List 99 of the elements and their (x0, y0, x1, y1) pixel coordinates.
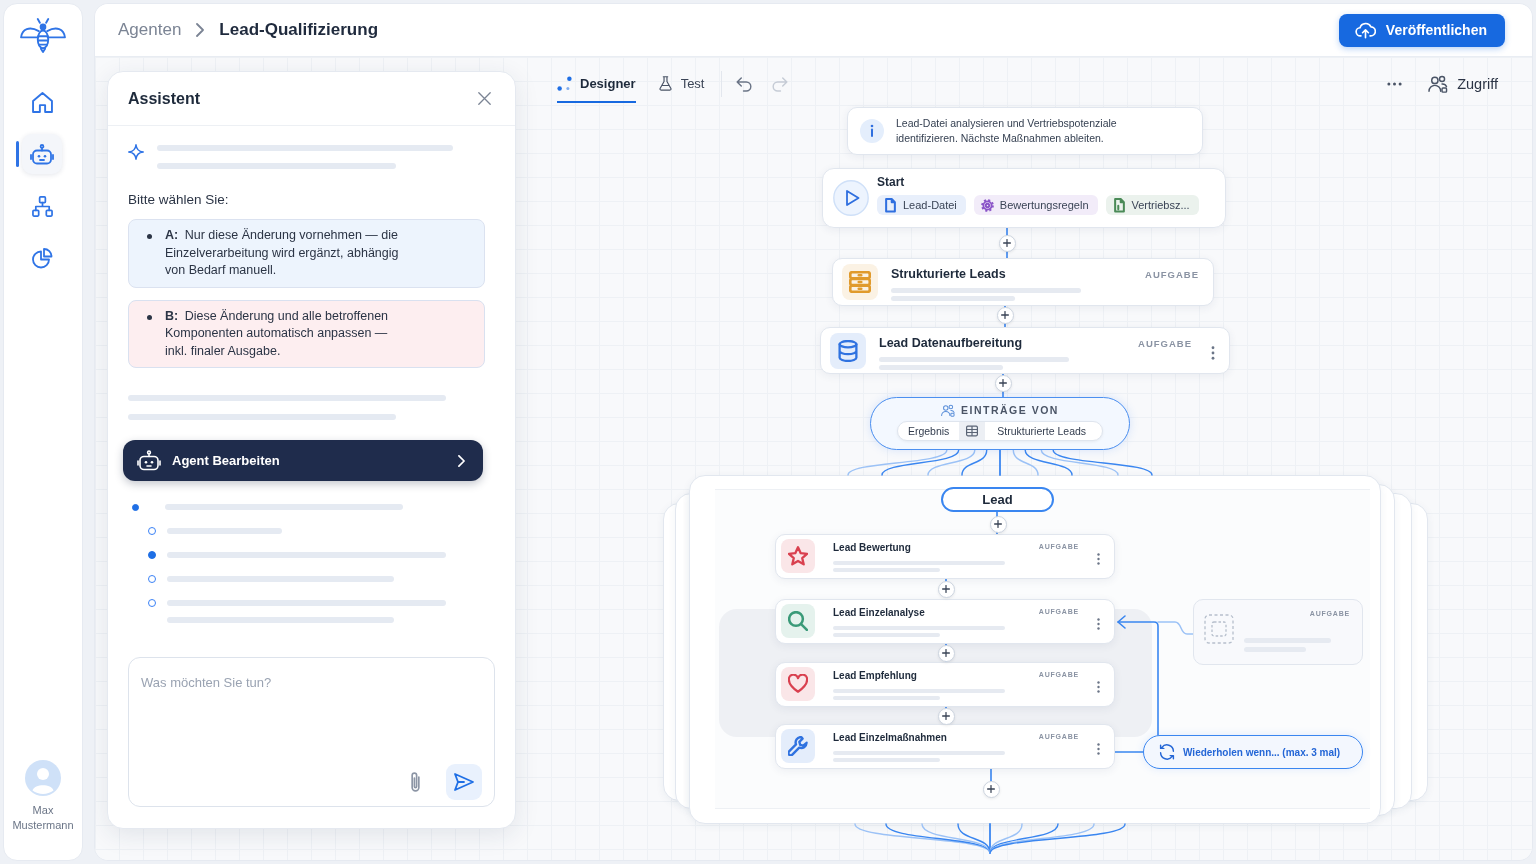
connector-line (990, 768, 992, 782)
plus-icon (987, 785, 995, 793)
dashed-square-icon (1204, 614, 1234, 644)
task-menu-button[interactable] (1211, 346, 1215, 360)
more-vertical-icon (1097, 617, 1100, 630)
input-chip[interactable]: Lead-Datei (877, 195, 966, 215)
plus-icon (1001, 311, 1009, 319)
edit-agent-button[interactable]: Agent Bearbeiten (123, 440, 483, 481)
collector-node[interactable]: EINTRÄGE VON Ergebnis Strukturierte Leads (870, 397, 1130, 450)
redo-icon (772, 76, 789, 92)
paperclip-icon (410, 772, 421, 792)
cloud-upload-icon (1354, 21, 1376, 39)
connector-line (1114, 751, 1144, 753)
nodes-icon (557, 75, 572, 91)
access-button[interactable]: Zugriff (1428, 57, 1498, 103)
bee-logo[interactable] (20, 18, 66, 53)
breadcrumb-link[interactable]: Agenten (118, 20, 182, 40)
server-icon (842, 264, 878, 300)
option-text: A: Nur diese Änderung vornehmen — die Einzelverarbeitung wird ergänzt, abhängig von Bedarf manuell. (165, 227, 400, 279)
hierarchy-icon (31, 195, 53, 217)
more-vertical-icon (1211, 346, 1215, 360)
panel-title: Assistent (128, 89, 201, 108)
plus-icon (1003, 239, 1011, 247)
bullet-icon (147, 234, 152, 239)
flask-icon (657, 75, 673, 91)
active-indicator (16, 141, 19, 167)
robot-icon (137, 450, 161, 471)
view-tab[interactable]: Test (657, 57, 705, 103)
users-icon (1428, 75, 1449, 93)
option-card[interactable]: B: Diese Änderung und alle betroffenen Komponenten automatisch anpassen — inkl. finaler Ausgabe. (128, 299, 485, 368)
close-icon (478, 92, 491, 105)
connector-line (1157, 621, 1194, 635)
prompt-text: Bitte wählen Sie: (128, 191, 230, 209)
source-label: Strukturierte Leads (996, 425, 1088, 437)
task-title: Lead Bewertung (833, 541, 912, 554)
plus-icon (994, 520, 1002, 528)
task-card[interactable]: Lead Datenaufbereitung AUFGABE (820, 327, 1230, 374)
task-title: Lead Empfehlung (833, 669, 918, 682)
send-icon (454, 773, 474, 791)
task-menu-button[interactable] (1097, 552, 1100, 565)
task-menu-button[interactable] (1097, 617, 1100, 630)
view-tab[interactable]: Designer (557, 57, 636, 103)
chevron-right-icon (196, 23, 205, 37)
input-chip[interactable]: Bewertungsregeln (973, 195, 1098, 215)
pie-chart-icon (31, 247, 53, 269)
task-menu-button[interactable] (1097, 742, 1100, 755)
more-vertical-icon (1097, 742, 1100, 755)
repeat-label: Wiederholen wenn... (max. 3 mal) (1183, 746, 1341, 758)
users-icon (941, 403, 956, 417)
page-title: Lead-Qualifizierung (219, 20, 379, 40)
table-icon (959, 422, 986, 440)
start-node[interactable]: Start Lead-Datei Bewertungsregeln Vertriebsz... (822, 168, 1226, 228)
task-type-label: AUFGABE (1145, 269, 1199, 281)
plus-icon (942, 712, 950, 720)
more-vertical-icon (1097, 680, 1100, 693)
note-text: Lead-Datei analysieren und Vertriebspotenziale identifizieren. Nächste Maßnahmen ableiten. (896, 116, 1118, 146)
field-label: Ergebnis (906, 425, 951, 437)
message-input[interactable]: Was möchten Sie tun? (128, 657, 495, 807)
bullet-icon (147, 314, 152, 320)
add-step-button[interactable] (996, 306, 1014, 324)
start-title: Start (877, 175, 906, 189)
plus-icon (999, 379, 1007, 387)
task-card[interactable]: Strukturierte Leads AUFGABE (832, 258, 1214, 306)
input-chip[interactable]: Vertriebsz... (1105, 195, 1199, 215)
search-icon (781, 604, 815, 638)
option-card[interactable]: A: Nur diese Änderung vornehmen — die Einzelverarbeitung wird ergänzt, abhängig von Bedarf manuell. (128, 219, 485, 288)
add-step-button[interactable] (994, 374, 1012, 392)
add-step-button[interactable] (998, 234, 1016, 252)
sparkle-icon (128, 144, 144, 160)
nav-button[interactable] (22, 134, 62, 174)
home-icon (31, 91, 53, 113)
undo-icon (736, 76, 753, 92)
task-menu-button[interactable] (1097, 680, 1100, 693)
robot-icon (30, 143, 54, 165)
user-name: Max Mustermann (11, 803, 75, 833)
close-button[interactable] (476, 90, 493, 107)
plus-icon (942, 649, 950, 657)
task-title: Lead Einzelmaßnahmen (833, 731, 948, 744)
wrench-icon (781, 729, 815, 763)
task-type-label: AUFGABE (1138, 338, 1192, 350)
publish-button[interactable]: Veröffentlichen (1338, 13, 1505, 47)
group-label: Lead (941, 487, 1054, 512)
task-title: Strukturierte Leads (891, 266, 1007, 282)
more-icon (1387, 82, 1403, 86)
repeat-condition[interactable]: Wiederholen wenn... (max. 3 mal) (1143, 735, 1363, 769)
option-text: B: Diese Änderung und alle betroffenen Komponenten automatisch anpassen — inkl. finaler Ausgabe. (165, 307, 390, 360)
collector-label: EINTRÄGE VON (961, 404, 1059, 416)
database-icon (830, 333, 866, 369)
chevron-right-icon (458, 454, 465, 467)
plus-icon (942, 585, 950, 593)
attach-button[interactable] (410, 772, 421, 792)
refresh-icon (1159, 744, 1175, 760)
info-icon (860, 119, 884, 143)
play-icon (833, 180, 869, 216)
task-title: Lead Datenaufbereitung (879, 335, 1024, 351)
send-button[interactable] (446, 764, 482, 800)
more-vertical-icon (1097, 552, 1100, 565)
source-chip[interactable]: Ergebnis Strukturierte Leads (896, 421, 1104, 441)
task-title: Lead Einzelanalyse (833, 606, 926, 619)
